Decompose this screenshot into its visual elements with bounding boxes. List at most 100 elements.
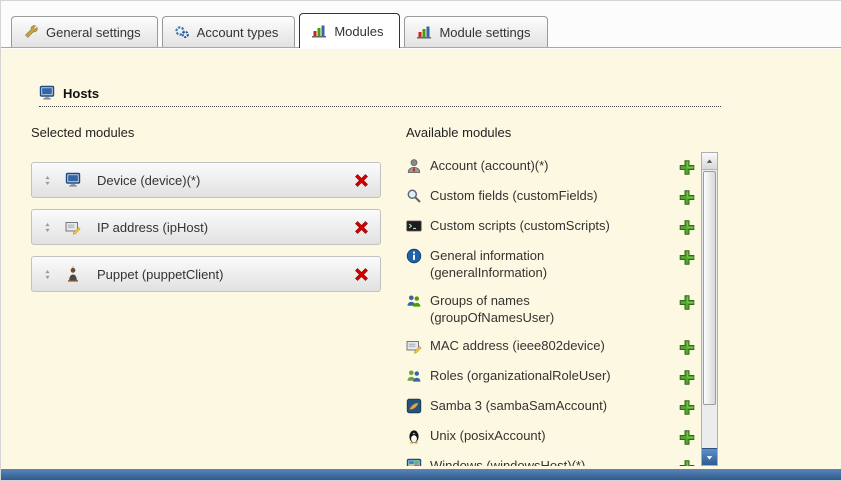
add-module-button[interactable]	[679, 458, 695, 466]
scroll-thumb[interactable]	[703, 171, 716, 405]
available-module-row-roles-organizationalroleuser: Roles (organizationalRoleUser)	[406, 362, 701, 392]
add-module-button[interactable]	[679, 248, 695, 266]
custom-fields-icon	[406, 188, 422, 204]
plus-icon	[679, 399, 695, 416]
tab-bar: General settings Account types Modules Modu…	[1, 1, 841, 48]
chart-icon	[416, 24, 432, 40]
tab-account-types[interactable]: Account types	[162, 16, 296, 47]
selected-module-row-device-device[interactable]: Device (device)(*)	[31, 162, 381, 198]
hosts-icon	[39, 85, 55, 101]
remove-module-button[interactable]	[353, 219, 370, 236]
available-modules-heading: Available modules	[406, 125, 722, 140]
add-module-button[interactable]	[679, 338, 695, 356]
available-module-row-windows-windowshost: Windows (windowsHost)(*)	[406, 452, 701, 466]
scroll-up-icon	[704, 155, 715, 168]
scroll-down-button[interactable]	[702, 448, 717, 465]
roles-icon	[406, 368, 422, 384]
scroll-up-button[interactable]	[702, 153, 717, 170]
samba-icon	[406, 398, 422, 414]
selected-module-row-puppet-puppetclient[interactable]: Puppet (puppetClient)	[31, 256, 381, 292]
available-modules-wrap: Account (account)(*) Custom fields (custo…	[406, 152, 722, 466]
mac-address-icon	[406, 338, 422, 354]
remove-module-button[interactable]	[353, 266, 370, 283]
add-module-button[interactable]	[679, 218, 695, 236]
module-label: Custom fields (customFields)	[430, 187, 598, 204]
ip-address-icon	[65, 219, 81, 235]
lam-configuration-page: General settings Account types Modules Modu…	[0, 0, 842, 481]
plus-icon	[679, 459, 695, 466]
selected-modules-list: Device (device)(*) IP address (ipHost) Pup…	[31, 162, 381, 292]
available-module-row-account-account: Account (account)(*)	[406, 152, 701, 182]
add-module-button[interactable]	[679, 398, 695, 416]
plus-icon	[679, 429, 695, 446]
delete-icon	[353, 219, 370, 236]
available-module-row-mac-address-ieee802device: MAC address (ieee802device)	[406, 332, 701, 362]
module-label: IP address (ipHost)	[97, 220, 208, 235]
drag-handle-icon[interactable]	[42, 221, 53, 234]
available-module-row-custom-fields-customfields: Custom fields (customFields)	[406, 182, 701, 212]
selected-modules-column: Selected modules Device (device)(*) IP ad…	[31, 125, 381, 466]
module-label: Groups of names (groupOfNamesUser)	[430, 292, 635, 326]
tab-label: Module settings	[439, 25, 530, 40]
section-title: Hosts	[63, 86, 99, 101]
module-label: Device (device)(*)	[97, 173, 200, 188]
tab-label: General settings	[46, 25, 141, 40]
unix-icon	[406, 428, 422, 444]
device-icon	[65, 172, 81, 188]
module-label: Custom scripts (customScripts)	[430, 217, 610, 234]
general-information-icon	[406, 248, 422, 264]
windows-icon	[406, 458, 422, 466]
scroll-track[interactable]	[702, 406, 717, 448]
plus-icon	[679, 219, 695, 236]
available-module-row-general-information-generalinformation: General information (generalInformation)	[406, 242, 701, 287]
module-label: Windows (windowsHost)(*)	[430, 457, 585, 466]
tab-module-settings[interactable]: Module settings	[404, 16, 547, 47]
tab-general-settings[interactable]: General settings	[11, 16, 158, 47]
available-module-row-custom-scripts-customscripts: Custom scripts (customScripts)	[406, 212, 701, 242]
add-module-button[interactable]	[679, 293, 695, 311]
account-icon	[406, 158, 422, 174]
available-modules-scrollbar[interactable]	[701, 152, 718, 466]
gears-icon	[174, 24, 190, 40]
add-module-button[interactable]	[679, 428, 695, 446]
puppet-icon	[65, 266, 81, 282]
modules-columns: Selected modules Device (device)(*) IP ad…	[31, 125, 841, 466]
available-modules-column: Available modules Account (account)(*) Cu…	[406, 125, 722, 466]
delete-icon	[353, 172, 370, 189]
module-label: Samba 3 (sambaSamAccount)	[430, 397, 607, 414]
add-module-button[interactable]	[679, 188, 695, 206]
custom-scripts-icon	[406, 218, 422, 234]
available-modules-list: Account (account)(*) Custom fields (custo…	[406, 152, 701, 466]
selected-module-row-ip-address-iphost[interactable]: IP address (ipHost)	[31, 209, 381, 245]
module-label: Unix (posixAccount)	[430, 427, 546, 444]
plus-icon	[679, 369, 695, 386]
plus-icon	[679, 159, 695, 176]
content-area: Hosts Selected modules Device (device)(*…	[1, 49, 841, 469]
wrench-icon	[23, 24, 39, 40]
plus-icon	[679, 339, 695, 356]
groups-icon	[406, 293, 422, 309]
plus-icon	[679, 294, 695, 311]
module-label: Account (account)(*)	[430, 157, 549, 174]
module-label: Roles (organizationalRoleUser)	[430, 367, 611, 384]
hosts-section-header: Hosts	[39, 85, 721, 107]
footer-bar	[1, 469, 841, 480]
module-label: General information (generalInformation)	[430, 247, 635, 281]
tab-label: Account types	[197, 25, 279, 40]
tab-modules[interactable]: Modules	[299, 13, 400, 48]
add-module-button[interactable]	[679, 368, 695, 386]
plus-icon	[679, 189, 695, 206]
module-label: MAC address (ieee802device)	[430, 337, 605, 354]
available-module-row-groups-of-names-groupofnamesuser: Groups of names (groupOfNamesUser)	[406, 287, 701, 332]
add-module-button[interactable]	[679, 158, 695, 176]
drag-handle-icon[interactable]	[42, 268, 53, 281]
drag-handle-icon[interactable]	[42, 174, 53, 187]
available-module-row-samba-3-sambasamaccount: Samba 3 (sambaSamAccount)	[406, 392, 701, 422]
chart-icon	[311, 23, 327, 39]
remove-module-button[interactable]	[353, 172, 370, 189]
scroll-down-icon	[704, 451, 715, 464]
selected-modules-heading: Selected modules	[31, 125, 381, 140]
delete-icon	[353, 266, 370, 283]
tab-label: Modules	[334, 24, 383, 39]
module-label: Puppet (puppetClient)	[97, 267, 223, 282]
